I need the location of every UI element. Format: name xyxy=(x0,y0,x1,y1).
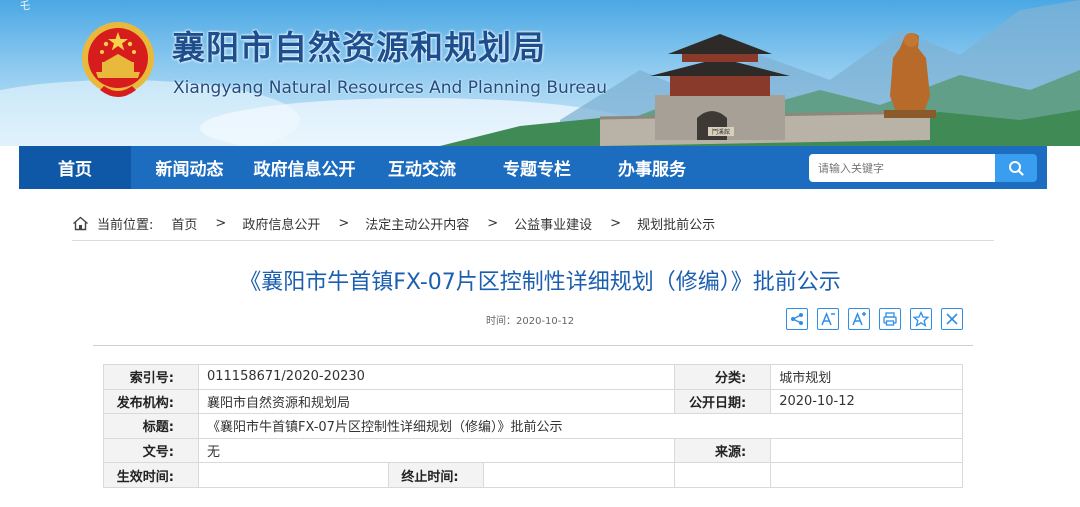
font-decrease-button[interactable] xyxy=(817,308,839,330)
nav-item-interaction[interactable]: 互动交流 xyxy=(361,146,483,189)
breadcrumb-item-home[interactable]: 首页 xyxy=(171,214,197,233)
source-value xyxy=(770,437,963,464)
title-value: 《襄阳市牛首镇FX-07片区控制性详细规划（修编）》批前公示 xyxy=(197,413,964,439)
close-icon xyxy=(946,313,958,325)
breadcrumb-separator: > xyxy=(215,215,227,231)
search-box xyxy=(809,154,1037,182)
search-icon xyxy=(1009,161,1024,176)
divider xyxy=(72,240,994,241)
table-row: 索引号: 011158671/2020-20230 分类: 城市规划 xyxy=(103,364,963,390)
end-time-label: 终止时间: xyxy=(387,462,484,488)
site-banner: 鬥溪館 乇 襄阳市自然资源和规划局 Xiangyang Natural Reso… xyxy=(0,0,1080,146)
star-icon xyxy=(913,311,929,327)
breadcrumb-separator: > xyxy=(487,215,499,231)
doc-no-value: 无 xyxy=(197,437,676,464)
breadcrumb-item-public-welfare[interactable]: 公益事业建设 xyxy=(514,214,592,233)
end-time-value xyxy=(482,462,676,488)
breadcrumb-label: 当前位置: xyxy=(97,217,154,233)
publish-date-value: 2020-10-12 xyxy=(770,388,963,415)
article-toolbar xyxy=(786,308,963,330)
site-title: 襄阳市自然资源和规划局 xyxy=(172,28,546,67)
breadcrumb-separator: > xyxy=(338,215,350,231)
nav-item-gov-info[interactable]: 政府信息公开 xyxy=(248,146,361,189)
main-nav: 首页 新闻动态 政府信息公开 互动交流 专题专栏 办事服务 xyxy=(19,146,1047,189)
index-no-label: 索引号: xyxy=(103,364,199,390)
divider xyxy=(93,345,973,346)
publish-date-label: 公开日期: xyxy=(674,388,772,415)
search-button[interactable] xyxy=(995,154,1037,182)
close-button[interactable] xyxy=(941,308,963,330)
breadcrumb-separator: > xyxy=(610,215,622,231)
search-input[interactable] xyxy=(809,154,995,182)
share-icon xyxy=(791,313,803,325)
publisher-label: 发布机构: xyxy=(103,388,199,415)
nav-item-news[interactable]: 新闻动态 xyxy=(131,146,248,189)
table-row: 发布机构: 襄阳市自然资源和规划局 公开日期: 2020-10-12 xyxy=(103,388,963,415)
gate-plaque-text: 鬥溪館 xyxy=(712,128,730,136)
nav-item-home[interactable]: 首页 xyxy=(19,146,131,189)
document-info-table: 索引号: 011158671/2020-20230 分类: 城市规划 发布机构:… xyxy=(103,364,964,488)
print-icon xyxy=(883,312,897,326)
nav-item-services[interactable]: 办事服务 xyxy=(591,146,713,189)
share-button[interactable] xyxy=(786,308,808,330)
article-title: 《襄阳市牛首镇FX-07片区控制性详细规划（修编）》批前公示 xyxy=(239,270,841,295)
table-row: 生效时间: 终止时间: xyxy=(103,462,963,488)
breadcrumb-item-gov-info[interactable]: 政府信息公开 xyxy=(242,214,320,233)
empty-cell xyxy=(674,462,772,488)
favorite-button[interactable] xyxy=(910,308,932,330)
empty-cell xyxy=(770,462,963,488)
breadcrumb-item-statutory[interactable]: 法定主动公开内容 xyxy=(365,214,469,233)
table-row: 文号: 无 来源: xyxy=(103,437,963,464)
effective-time-label: 生效时间: xyxy=(103,462,199,488)
breadcrumb: 当前位置: 首页 > 政府信息公开 > 法定主动公开内容 > 公益事业建设 > … xyxy=(72,212,715,234)
print-button[interactable] xyxy=(879,308,901,330)
nav-item-topics[interactable]: 专题专栏 xyxy=(483,146,591,189)
font-decrease-icon xyxy=(821,312,835,326)
gate-tower: 鬥溪館 xyxy=(650,34,790,140)
category-label: 分类: xyxy=(674,364,772,390)
font-increase-icon xyxy=(852,312,866,326)
category-value: 城市规划 xyxy=(770,364,963,390)
index-no-value: 011158671/2020-20230 xyxy=(197,364,676,390)
doc-no-label: 文号: xyxy=(103,437,199,464)
national-emblem-icon xyxy=(82,22,154,97)
font-increase-button[interactable] xyxy=(848,308,870,330)
source-label: 来源: xyxy=(674,437,772,464)
site-subtitle: Xiangyang Natural Resources And Planning… xyxy=(173,78,608,98)
corner-glyph: 乇 xyxy=(20,1,30,12)
breadcrumb-item-plan-notice[interactable]: 规划批前公示 xyxy=(637,214,715,233)
title-label: 标题: xyxy=(103,413,199,439)
table-row: 标题: 《襄阳市牛首镇FX-07片区控制性详细规划（修编）》批前公示 xyxy=(103,413,964,439)
effective-time-value xyxy=(197,462,389,488)
landscape-illustration: 鬥溪館 xyxy=(0,0,1080,146)
publisher-value: 襄阳市自然资源和规划局 xyxy=(197,388,676,415)
home-icon xyxy=(72,216,89,231)
article-time: 时间：2020-10-12 xyxy=(486,316,575,327)
